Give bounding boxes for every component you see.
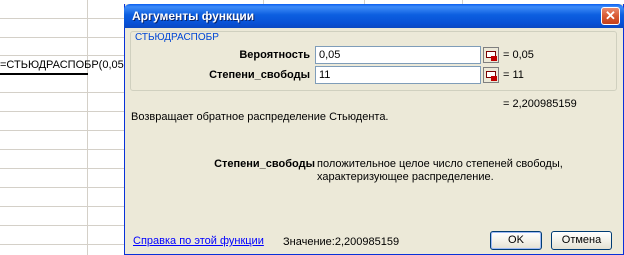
row-gridline — [0, 18, 130, 19]
close-button[interactable]: ✕ — [601, 7, 620, 25]
row-gridline — [0, 244, 130, 245]
arg-label-probability: Вероятность — [239, 49, 310, 61]
collapse-dialog-button[interactable] — [483, 47, 499, 63]
degrees-of-freedom-input[interactable]: 11 — [315, 66, 481, 84]
row-gridline — [0, 168, 130, 169]
dialog-title: Аргументы функции — [132, 9, 255, 23]
row-gridline — [0, 111, 130, 112]
probability-result: = 0,05 — [503, 49, 534, 61]
degrees-of-freedom-result: = 11 — [503, 69, 524, 81]
row-gridline — [0, 130, 130, 131]
active-cell-border — [0, 73, 88, 75]
row-gridline — [0, 206, 130, 207]
function-name-label: СТЬЮДРАСПОБР — [133, 32, 221, 43]
function-description: Возвращает обратное распределение Стьюде… — [131, 111, 389, 123]
ok-button[interactable]: OK — [490, 231, 542, 250]
help-argument-name: Степени_свободы — [214, 158, 315, 170]
probability-input[interactable]: 0,05 — [315, 46, 481, 64]
collapse-dialog-button[interactable] — [483, 67, 499, 83]
help-link[interactable]: Справка по этой функции — [133, 235, 264, 247]
help-argument-description: положительное целое число степеней свобо… — [317, 158, 563, 183]
row-gridline — [0, 92, 130, 93]
cancel-button[interactable]: Отмена — [551, 231, 612, 250]
arg-label-degrees-of-freedom: Степени_свободы — [209, 69, 310, 81]
row-gridline — [0, 225, 130, 226]
row-gridline — [0, 187, 130, 188]
row-gridline — [0, 149, 130, 150]
close-icon: ✕ — [605, 8, 616, 23]
row-gridline — [0, 37, 130, 38]
formula-result: = 2,200985159 — [503, 98, 577, 110]
dialog-titlebar[interactable]: Аргументы функции ✕ — [124, 4, 624, 28]
value-label: Значение:2,200985159 — [283, 236, 400, 248]
function-arguments-dialog: Аргументы функции ✕ СТЬЮДРАСПОБР Вероятн… — [124, 4, 624, 255]
column-gridline — [87, 0, 88, 255]
